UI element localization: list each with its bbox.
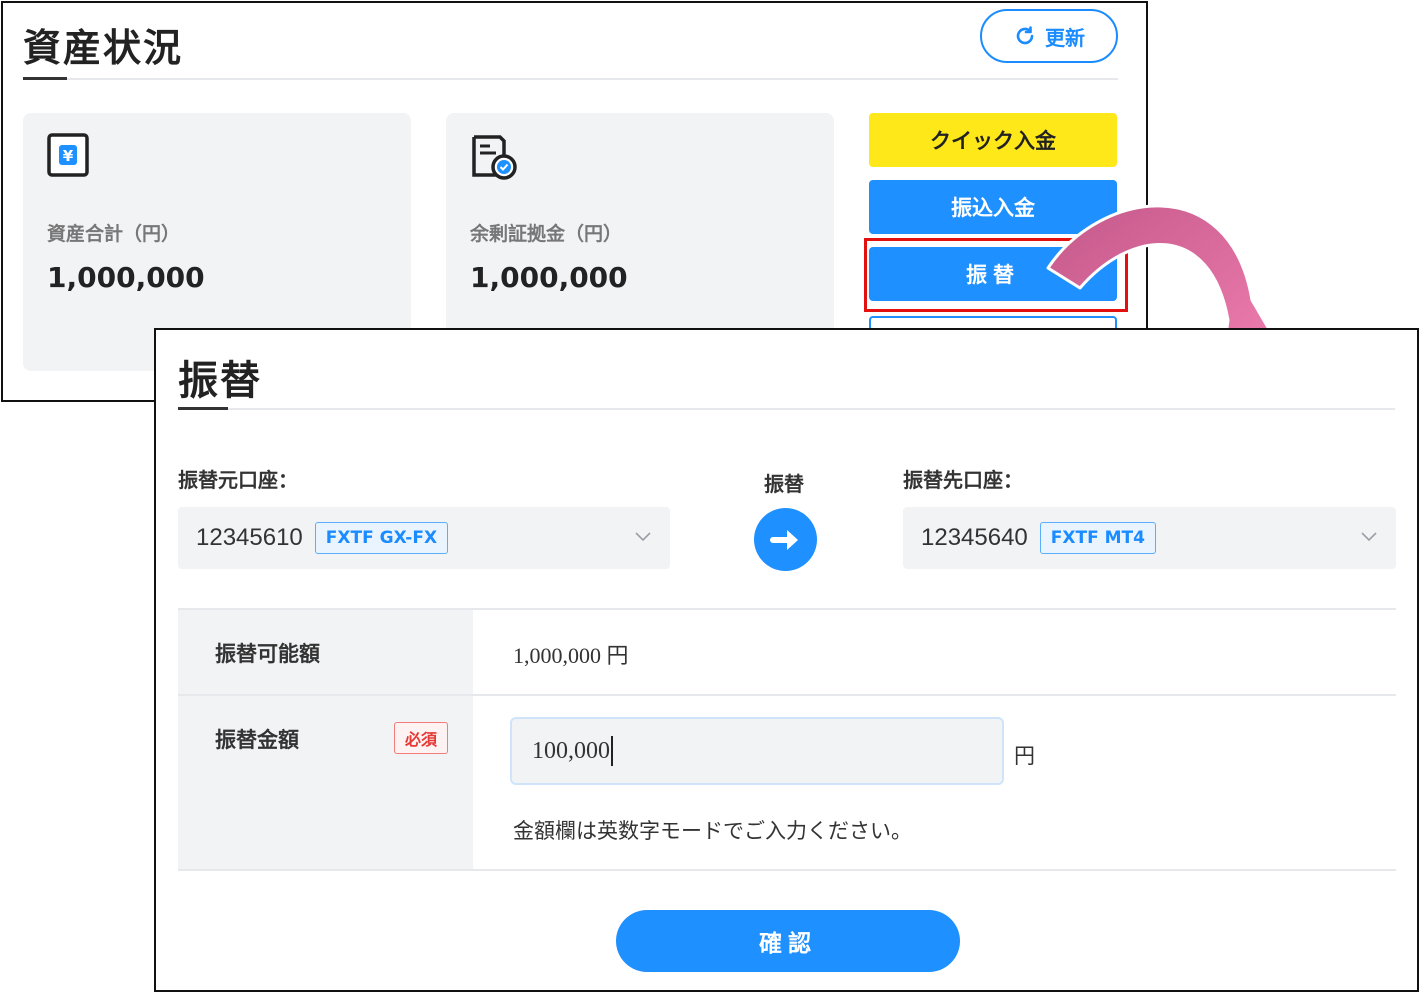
transfer-form-table: 振替可能額 1,000,000 円 振替金額 必須 100,000 円 金額欄は… <box>178 608 1396 871</box>
destination-account-label: 振替先口座： <box>903 468 1023 492</box>
transfer-amount-input[interactable]: 100,000 <box>510 717 1004 785</box>
transfer-amount-label: 振替金額 <box>215 728 299 752</box>
svg-text:¥: ¥ <box>63 147 74 165</box>
input-hint: 金額欄は英数字モードでご入力ください。 <box>513 819 912 843</box>
excess-margin-value: 1,000,000 <box>470 261 628 294</box>
asset-status-title: 資産状況 <box>23 26 184 70</box>
amount-unit: 円 <box>1014 744 1035 768</box>
modal-title-accent <box>178 407 228 410</box>
excess-margin-label: 余剰証拠金（円） <box>470 223 623 245</box>
chevron-down-icon <box>1361 532 1377 542</box>
confirm-button[interactable]: 確認 <box>616 910 960 972</box>
transfer-modal: 振替 振替元口座： 12345610 FXTF GX-FX 振替 振替先口座： … <box>154 328 1419 992</box>
document-check-icon <box>470 133 520 185</box>
source-account-select[interactable]: 12345610 FXTF GX-FX <box>178 507 670 569</box>
table-bottom-border <box>178 869 1396 871</box>
transfer-modal-title: 振替 <box>178 358 262 404</box>
refresh-button[interactable]: 更新 <box>980 9 1118 63</box>
table-top-border <box>178 608 1396 610</box>
source-account-label: 振替元口座： <box>178 468 298 492</box>
yen-icon: ¥ <box>47 133 91 183</box>
destination-account-number: 12345640 <box>921 524 1028 551</box>
table-row-divider <box>178 694 1396 696</box>
title-accent <box>23 77 67 80</box>
destination-account-select[interactable]: 12345640 FXTF MT4 <box>903 507 1396 569</box>
total-assets-value: 1,000,000 <box>47 261 205 294</box>
modal-title-divider <box>178 408 1395 410</box>
destination-account-tag: FXTF MT4 <box>1039 522 1156 554</box>
available-amount-value: 1,000,000 円 <box>513 643 629 668</box>
required-badge: 必須 <box>394 722 449 754</box>
text-caret <box>611 736 613 766</box>
refresh-label: 更新 <box>1045 25 1085 50</box>
source-account-tag: FXTF GX-FX <box>314 522 449 554</box>
quick-deposit-button[interactable]: クイック入金 <box>869 113 1117 167</box>
source-account-number: 12345610 <box>196 524 303 551</box>
refresh-icon <box>1016 26 1034 45</box>
chevron-down-icon <box>635 532 651 542</box>
transfer-amount-value: 100,000 <box>532 737 610 764</box>
available-amount-label: 振替可能額 <box>215 642 320 666</box>
total-assets-label: 資産合計（円） <box>47 223 181 245</box>
arrow-right-icon <box>754 508 817 571</box>
title-divider <box>23 78 1118 80</box>
transfer-direction-label: 振替 <box>764 472 804 496</box>
